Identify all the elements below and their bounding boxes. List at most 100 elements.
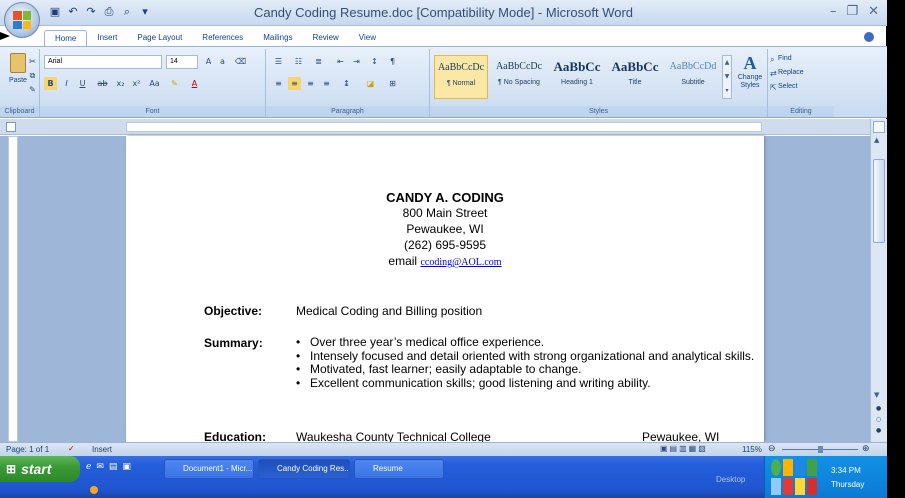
- bullets-icon[interactable]: ☰: [272, 55, 285, 68]
- scroll-thumb[interactable]: [873, 159, 885, 243]
- clear-format-icon[interactable]: ⌫: [234, 55, 247, 68]
- horizontal-ruler[interactable]: [126, 122, 762, 132]
- select-button[interactable]: Select: [778, 83, 797, 90]
- tray-security-icon: [807, 478, 817, 495]
- tab-view[interactable]: View: [349, 30, 386, 46]
- show-desktop-icon[interactable]: ▤: [109, 462, 118, 472]
- tray-icons[interactable]: [771, 459, 817, 495]
- font-size-combo[interactable]: 14: [166, 55, 198, 69]
- show-marks-icon[interactable]: ¶: [386, 55, 399, 68]
- start-button[interactable]: ⊞ start: [0, 456, 80, 482]
- select-browse-icon[interactable]: ○: [876, 416, 881, 423]
- style-title-sample: AaBbCc: [611, 59, 659, 74]
- vertical-scrollbar[interactable]: ▲ ▼ ● ○ ●: [870, 119, 887, 442]
- scroll-up-icon[interactable]: ▲: [874, 136, 879, 144]
- tab-insert[interactable]: Insert: [87, 30, 127, 46]
- ie-icon[interactable]: ℯ: [86, 462, 91, 472]
- font-color-icon[interactable]: A: [188, 77, 201, 90]
- change-case-icon[interactable]: Aa: [148, 77, 161, 90]
- insert-mode[interactable]: Insert: [92, 445, 112, 454]
- grow-font-icon[interactable]: A: [202, 55, 215, 68]
- email-link[interactable]: ccoding@AOL.com: [420, 257, 501, 268]
- copy-icon[interactable]: ⧉: [26, 69, 39, 82]
- messenger-icon[interactable]: [90, 486, 98, 494]
- align-center-icon[interactable]: ≡: [288, 77, 301, 90]
- style-no-spacing-sample: AaBbCcDc: [495, 61, 543, 72]
- change-styles-button[interactable]: A Change Styles: [734, 53, 766, 101]
- taskbar-button-document1[interactable]: Document1 - Micr...: [164, 459, 254, 479]
- numbering-icon[interactable]: ☷: [292, 55, 305, 68]
- scroll-down-icon[interactable]: ▼: [874, 391, 879, 399]
- font-name-combo[interactable]: Arial: [44, 55, 162, 69]
- zoom-level[interactable]: 115%: [742, 445, 762, 454]
- increase-indent-icon[interactable]: ⇥: [350, 55, 363, 68]
- italic-icon[interactable]: I: [60, 77, 73, 90]
- bold-icon[interactable]: B: [44, 77, 57, 90]
- prev-page-icon[interactable]: ●: [876, 405, 881, 412]
- resume-city: Pewaukee, WI: [406, 222, 484, 236]
- page-count[interactable]: Page: 1 of 1: [6, 445, 49, 454]
- zoom-out-icon[interactable]: ⊖: [768, 443, 776, 454]
- shading-icon[interactable]: ◪: [364, 77, 377, 90]
- find-button[interactable]: Find: [778, 55, 792, 62]
- view-buttons[interactable]: ▣▤▥▦▧: [660, 444, 708, 453]
- taskbar-button-resume-folder[interactable]: Resume: [354, 459, 444, 479]
- document-area: CANDY A. CODING 800 Main Street Pewaukee…: [0, 136, 870, 444]
- tab-home[interactable]: Home: [44, 30, 88, 46]
- multilevel-list-icon[interactable]: ≣: [312, 55, 325, 68]
- sort-icon[interactable]: ↕: [368, 55, 381, 68]
- decrease-indent-icon[interactable]: ⇤: [334, 55, 347, 68]
- justify-icon[interactable]: ≡: [320, 77, 333, 90]
- tab-page-layout[interactable]: Page Layout: [127, 30, 192, 46]
- proofing-icon[interactable]: ✓: [68, 444, 75, 453]
- style-heading-1-sample: AaBbCc: [553, 59, 601, 74]
- cut-icon[interactable]: ✂: [26, 55, 39, 68]
- document-page[interactable]: CANDY A. CODING 800 Main Street Pewaukee…: [126, 136, 764, 444]
- tray-display-icon: [795, 478, 805, 495]
- underline-icon[interactable]: U: [76, 77, 89, 90]
- close-button[interactable]: ✕: [868, 4, 879, 19]
- media-icon[interactable]: ▣: [122, 462, 131, 472]
- highlight-icon[interactable]: ✎: [168, 77, 181, 90]
- taskbar-button-candy-resume[interactable]: Candy Coding Res...: [258, 459, 350, 479]
- tab-references[interactable]: References: [192, 30, 253, 46]
- tab-review[interactable]: Review: [303, 30, 349, 46]
- desktop-label[interactable]: Desktop: [716, 475, 745, 484]
- word-window: ▣ ↶ ↷ ⎙ ⌕ ▾ Candy Coding Resume.doc [Com…: [0, 0, 887, 498]
- paragraph-group-label: Paragraph: [266, 106, 429, 117]
- superscript-icon[interactable]: x²: [130, 77, 143, 90]
- tab-selector[interactable]: [6, 122, 16, 132]
- shrink-font-icon[interactable]: a: [216, 55, 229, 68]
- clock-day: Thursday: [831, 480, 865, 489]
- style-title[interactable]: AaBbCc Title: [608, 55, 662, 99]
- zoom-in-icon[interactable]: ⊕: [862, 443, 870, 454]
- align-right-icon[interactable]: ≡: [304, 77, 317, 90]
- editing-group: ⌕ Find ⇄ Replace ⇱ Select Editing: [768, 49, 834, 117]
- line-spacing-icon[interactable]: ↨: [340, 77, 353, 90]
- help-icon[interactable]: [864, 32, 874, 42]
- ruler-toggle-icon[interactable]: [873, 121, 885, 133]
- style-normal[interactable]: AaBbCcDc ¶ Normal: [434, 55, 488, 99]
- outlook-icon[interactable]: ✉: [96, 462, 104, 472]
- next-page-icon[interactable]: ●: [876, 427, 881, 434]
- maximize-button[interactable]: ❐: [846, 4, 858, 19]
- borders-icon[interactable]: ⊞: [386, 77, 399, 90]
- tray-messenger-icon: [783, 459, 793, 476]
- vertical-ruler[interactable]: [8, 136, 18, 442]
- styles-scroll[interactable]: ▲ ▼ ▾: [722, 55, 732, 99]
- style-subtitle-label: Subtitle: [681, 79, 705, 86]
- format-painter-icon[interactable]: ✎: [26, 83, 39, 96]
- subscript-icon[interactable]: x₂: [114, 77, 127, 90]
- summary-label: Summary:: [204, 336, 263, 350]
- clock-time[interactable]: 3:34 PM: [831, 466, 861, 475]
- strikethrough-icon[interactable]: ab: [96, 77, 109, 90]
- replace-button[interactable]: Replace: [778, 69, 804, 76]
- style-no-spacing[interactable]: AaBbCcDc ¶ No Spacing: [492, 55, 546, 99]
- zoom-slider-thumb[interactable]: [818, 446, 823, 453]
- style-heading-1[interactable]: AaBbCc Heading 1: [550, 55, 604, 99]
- style-subtitle[interactable]: AaBbCcDd Subtitle: [666, 55, 720, 99]
- tab-mailings[interactable]: Mailings: [253, 30, 302, 46]
- minimize-button[interactable]: –: [830, 4, 837, 19]
- align-left-icon[interactable]: ≡: [272, 77, 285, 90]
- ribbon-tabs: Home Insert Page Layout References Maili…: [44, 30, 386, 46]
